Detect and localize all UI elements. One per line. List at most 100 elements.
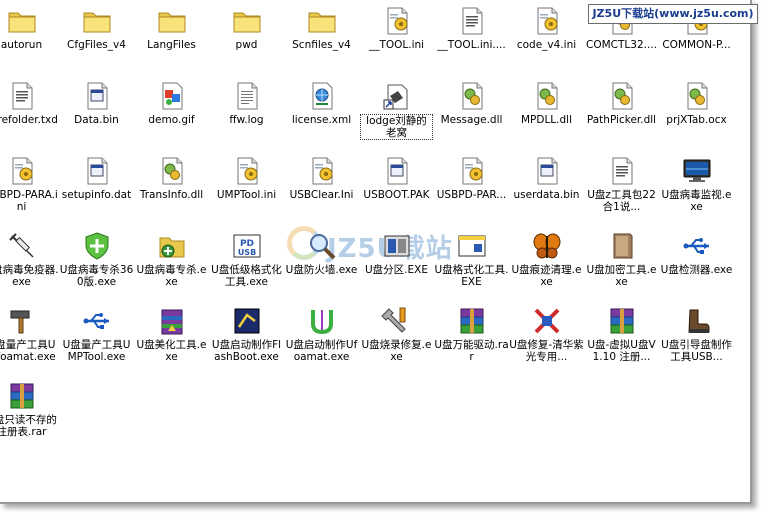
file-item[interactable]: CfgFiles_v4 <box>59 3 134 75</box>
file-label: code_v4.ini <box>516 39 577 51</box>
file-label: setupinfo.dat <box>61 189 132 201</box>
file-label: U盘美化工具.exe <box>136 339 207 363</box>
file-item[interactable]: U盘病毒免疫器.exe <box>0 228 59 300</box>
file-item[interactable]: PathPicker.dll <box>584 78 659 150</box>
file-label: license.xml <box>291 114 352 126</box>
file-item[interactable]: USBOOT.PAK <box>359 153 434 225</box>
file-item[interactable]: UMPTool.ini <box>209 153 284 225</box>
rar-icon <box>606 305 638 337</box>
file-item[interactable]: Scnfiles_v4 <box>284 3 359 75</box>
file-item[interactable]: U盘美化工具.exe <box>134 303 209 375</box>
file-item[interactable]: U盘量产工具UMPTool.exe <box>59 303 134 375</box>
file-item[interactable]: TransInfo.dll <box>134 153 209 225</box>
file-item[interactable]: code_v4.ini <box>509 3 584 75</box>
file-item[interactable]: LangFiles <box>134 3 209 75</box>
file-item[interactable]: __TOOL.ini.... <box>434 3 509 75</box>
bin-icon <box>81 80 113 112</box>
shortcut-icon <box>381 80 413 112</box>
file-item[interactable]: U盘防火墙.exe <box>284 228 359 300</box>
file-item[interactable]: U盘格式化工具.EXE <box>434 228 509 300</box>
file-item[interactable]: U盘烧录修复.exe <box>359 303 434 375</box>
file-label: COMMON-P... <box>662 39 731 51</box>
file-item[interactable]: pwd <box>209 3 284 75</box>
file-item[interactable]: U盘z工具包22合1说... <box>584 153 659 225</box>
file-item[interactable]: U盘量产工具UMfoamat.exe <box>0 303 59 375</box>
dll-icon <box>156 155 188 187</box>
file-label: COMCTL32.... <box>586 39 657 51</box>
shield-icon <box>81 230 113 262</box>
file-label: PathPicker.dll <box>586 114 657 126</box>
folder-plus-icon <box>156 230 188 262</box>
xml-icon <box>306 80 338 112</box>
file-item[interactable]: U盘启动制作Ufoamat.exe <box>284 303 359 375</box>
file-item[interactable]: U盘检测器.exe <box>659 228 734 300</box>
file-item[interactable]: setupinfo.dat <box>59 153 134 225</box>
dll-icon <box>606 80 638 112</box>
file-label: lodge刘静的老窝 <box>360 114 433 140</box>
file-item[interactable]: U盘-虚拟U盘V1.10 注册... <box>584 303 659 375</box>
site-badge: JZ5U下载站(www.jz5u.com) <box>588 4 758 24</box>
folder-icon <box>306 5 338 37</box>
file-label: LangFiles <box>147 39 196 51</box>
ini-icon <box>6 155 38 187</box>
file-label: U盘-虚拟U盘V1.10 注册... <box>587 339 656 363</box>
dll-icon <box>681 80 713 112</box>
boot-icon <box>681 305 713 337</box>
file-item[interactable]: U盘万能驱动.rar <box>434 303 509 375</box>
flashboot-icon <box>231 305 263 337</box>
folder-icon <box>6 5 38 37</box>
file-item[interactable]: U盘痕迹清理.exe <box>509 228 584 300</box>
rar-icon <box>6 380 38 412</box>
file-label: __TOOL.ini.... <box>437 39 506 51</box>
file-item[interactable]: U盘病毒监视.exe <box>659 153 734 225</box>
file-item[interactable]: autorun <box>0 3 59 75</box>
file-item[interactable]: USBClear.Ini <box>284 153 359 225</box>
file-item[interactable]: U盘加密工具.exe <box>584 228 659 300</box>
file-item[interactable]: U盘启动制作FlashBoot.exe <box>209 303 284 375</box>
file-label: __TOOL.ini <box>368 39 425 51</box>
file-item[interactable]: prjXTab.ocx <box>659 78 734 150</box>
file-label: U盘启动制作Ufoamat.exe <box>285 339 358 363</box>
file-label: U盘分区.EXE <box>365 264 428 276</box>
file-item[interactable]: USBPD-PAR... <box>434 153 509 225</box>
file-label: U盘万能驱动.rar <box>434 339 509 363</box>
file-label: U盘病毒免疫器.exe <box>0 264 59 288</box>
usb-symbol-icon <box>81 305 113 337</box>
file-item[interactable]: userdata.bin <box>509 153 584 225</box>
file-label: U盘z工具包22合1说... <box>587 189 656 213</box>
file-item[interactable]: ffw.log <box>209 78 284 150</box>
file-label: prjXTab.ocx <box>666 114 727 126</box>
file-item[interactable]: MPDLL.dll <box>509 78 584 150</box>
ini-icon <box>381 5 413 37</box>
file-item[interactable]: U盘修复-清华紫光专用... <box>509 303 584 375</box>
file-item[interactable]: U盘只读不存的注册表.rar <box>0 378 59 450</box>
file-label: U盘痕迹清理.exe <box>511 264 582 288</box>
svg-text:USB: USB <box>238 248 256 257</box>
file-label: U盘检测器.exe <box>660 264 733 276</box>
file-label: USBPD-PARA.ini <box>0 189 58 213</box>
file-label: U盘病毒专杀.exe <box>136 264 207 288</box>
file-item[interactable]: lodge刘静的老窝 <box>359 78 434 150</box>
ini-icon <box>531 5 563 37</box>
file-item[interactable]: Message.dll <box>434 78 509 150</box>
file-item[interactable]: demo.gif <box>134 78 209 150</box>
dll-icon <box>531 80 563 112</box>
file-item[interactable]: USBPD-PARA.ini <box>0 153 59 225</box>
file-item[interactable]: __TOOL.ini <box>359 3 434 75</box>
file-item[interactable]: Data.bin <box>59 78 134 150</box>
file-item[interactable]: PD USB U盘低级格式化工具.exe <box>209 228 284 300</box>
file-item[interactable]: license.xml <box>284 78 359 150</box>
file-item[interactable]: curefolder.txd <box>0 78 59 150</box>
syringe-icon <box>6 230 38 262</box>
file-label: CfgFiles_v4 <box>67 39 126 51</box>
file-label: U盘引导盘制作工具USB... <box>661 339 732 363</box>
file-label: U盘低级格式化工具.exe <box>211 264 282 288</box>
file-label: Message.dll <box>440 114 503 126</box>
file-item[interactable]: U盘病毒专杀360版.exe <box>59 228 134 300</box>
file-item[interactable]: U盘病毒专杀.exe <box>134 228 209 300</box>
bin-icon <box>531 155 563 187</box>
file-item[interactable]: U盘引导盘制作工具USB... <box>659 303 734 375</box>
file-label: U盘加密工具.exe <box>586 264 657 288</box>
file-item[interactable]: U盘分区.EXE <box>359 228 434 300</box>
image-icon <box>156 80 188 112</box>
